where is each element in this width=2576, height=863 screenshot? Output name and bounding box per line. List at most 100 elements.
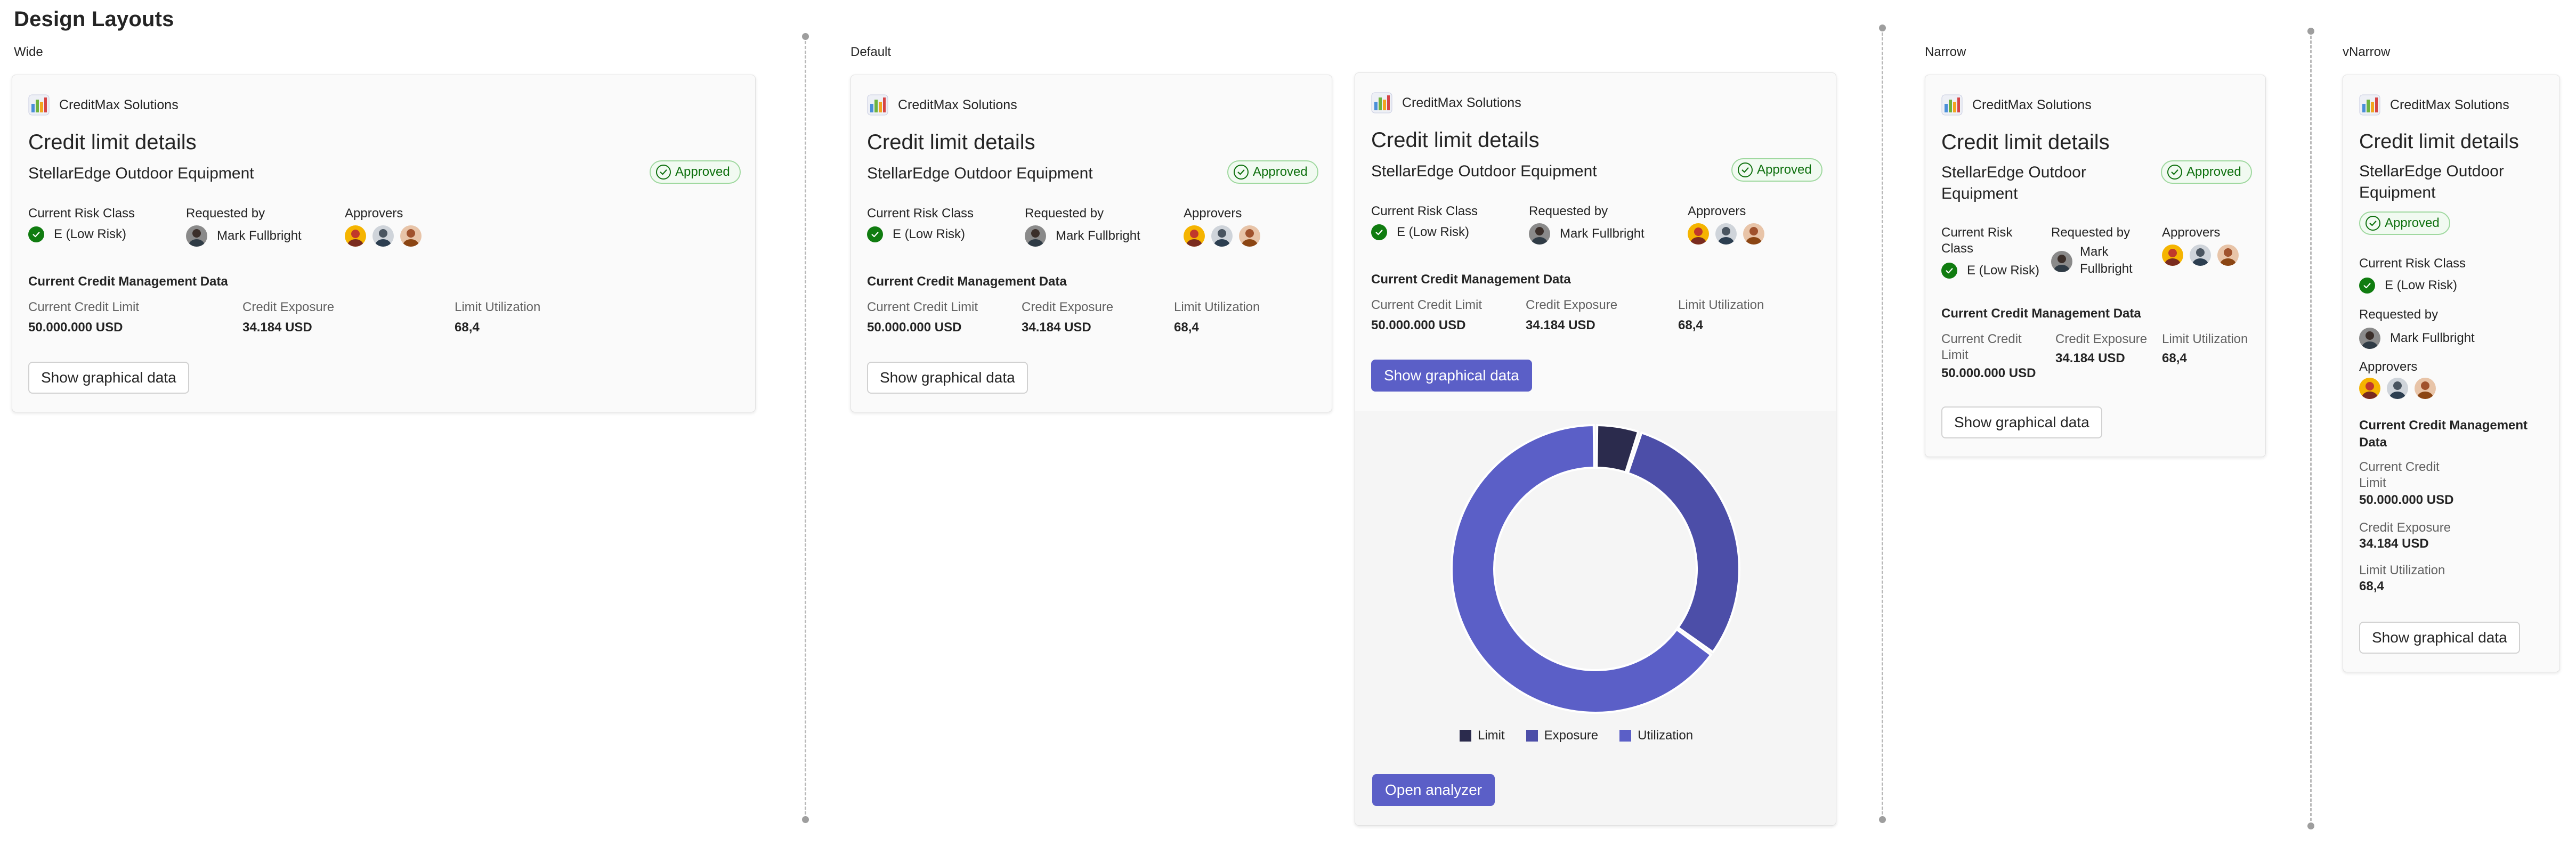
requester[interactable]: Mark Fullbright: [186, 225, 302, 247]
show-graphical-data-button[interactable]: Show graphical data: [1371, 360, 1532, 392]
util-value: 68,4: [455, 320, 480, 335]
company-name-line2: Equipment: [2359, 184, 2436, 201]
legend-swatch: [1619, 730, 1632, 742]
status-badge-label: Approved: [2186, 165, 2241, 179]
card-header: CreditMax Solutions: [28, 94, 179, 116]
open-analyzer-button[interactable]: Open analyzer: [1372, 774, 1495, 806]
limit-value: 50.000.000 USD: [1941, 366, 2036, 380]
check-circle-icon: [656, 165, 671, 180]
approvers-label: Approvers: [345, 206, 403, 221]
avatar[interactable]: [1715, 223, 1737, 245]
section-label-wide: Wide: [14, 45, 43, 59]
credit-card-default-expanded: CreditMax Solutions Credit limit details…: [1355, 72, 1836, 826]
avatar[interactable]: [2217, 245, 2239, 266]
mgmt-title: Current Credit Management Data: [1941, 306, 2141, 321]
avatar[interactable]: [372, 225, 394, 247]
avatar[interactable]: [1211, 225, 1233, 247]
exposure-label: Credit Exposure: [1526, 298, 1618, 312]
requester-name-line2: Fullbright: [2080, 262, 2133, 276]
show-graphical-data-button[interactable]: Show graphical data: [28, 362, 189, 394]
company-name-line2: Equipment: [1941, 185, 2018, 202]
avatar[interactable]: [2051, 251, 2072, 272]
approvers-label: Approvers: [2162, 225, 2221, 240]
risk-value: E (Low Risk): [1371, 224, 1469, 240]
show-graphical-data-button[interactable]: Show graphical data: [1941, 406, 2102, 438]
avatar[interactable]: [1239, 225, 1260, 247]
check-circle-icon: [1738, 162, 1753, 177]
section-label-default: Default: [850, 45, 892, 59]
chart-legend: Limit Exposure Utilization: [1460, 728, 1714, 743]
card-heading: Credit limit details: [1941, 131, 2110, 154]
util-value: 68,4: [1678, 318, 1703, 332]
legend-label: Exposure: [1544, 728, 1599, 743]
avatar[interactable]: [2162, 245, 2183, 266]
approvers-list: [1184, 225, 1267, 247]
legend-item-exposure[interactable]: Exposure: [1526, 728, 1598, 743]
card-header: CreditMax Solutions: [1371, 92, 1521, 113]
avatar[interactable]: [2415, 378, 2436, 399]
donut-chart: [1451, 424, 1740, 714]
util-label: Limit Utilization: [1678, 298, 1764, 312]
limit-value: 50.000.000 USD: [867, 320, 962, 335]
card-heading: Credit limit details: [867, 131, 1035, 154]
limit-value: 50.000.000 USD: [1371, 318, 1466, 332]
app-icon: [1371, 92, 1392, 113]
mgmt-title-line2: Data: [2359, 435, 2387, 450]
limit-label: Current Credit Limit: [1371, 298, 1483, 312]
avatar[interactable]: [2387, 378, 2408, 399]
avatar: [1529, 223, 1550, 245]
limit-value: 50.000.000 USD: [2359, 493, 2454, 507]
avatar[interactable]: [1688, 223, 1709, 245]
risk-value-text: E (Low Risk): [1397, 225, 1470, 239]
show-graphical-data-button[interactable]: Show graphical data: [867, 362, 1028, 394]
avatar[interactable]: [1743, 223, 1764, 245]
donut-slice-exposure[interactable]: [1626, 431, 1740, 654]
show-graphical-data-button[interactable]: Show graphical data: [2359, 622, 2520, 654]
risk-label: Current Risk Class: [28, 206, 135, 221]
status-badge: Approved: [1227, 160, 1318, 184]
util-value: 68,4: [2162, 351, 2187, 365]
avatar[interactable]: [1184, 225, 1205, 247]
exposure-label: Credit Exposure: [2359, 520, 2451, 535]
avatar[interactable]: [400, 225, 422, 247]
section-label-narrow: Narrow: [1925, 45, 1966, 59]
exposure-label: Credit Exposure: [1022, 300, 1114, 314]
requester-name: Mark Fullbright: [217, 229, 302, 243]
status-badge: Approved: [2359, 211, 2450, 235]
avatar[interactable]: [2190, 245, 2211, 266]
section-label-vnarrow: vNarrow: [2343, 45, 2391, 59]
exposure-value: 34.184 USD: [2055, 351, 2125, 365]
app-name: CreditMax Solutions: [59, 97, 179, 112]
requester-name: Mark Fullbright: [1560, 226, 1645, 241]
limit-label-line1: Current Credit: [1941, 332, 2022, 346]
status-badge: Approved: [1731, 158, 1822, 182]
requested-label: Requested by: [1529, 204, 1608, 218]
risk-value: E (Low Risk): [867, 226, 965, 242]
risk-label: Current Risk Class: [1371, 204, 1478, 218]
card-header: CreditMax Solutions: [1941, 94, 2092, 116]
check-circle-icon: [2366, 216, 2380, 231]
requested-label: Requested by: [2359, 307, 2439, 322]
avatar[interactable]: [345, 225, 366, 247]
status-badge-label: Approved: [2385, 216, 2440, 230]
requested-label: Requested by: [2051, 225, 2131, 240]
exposure-value: 34.184 USD: [242, 320, 312, 335]
check-circle-icon: [1941, 263, 1957, 279]
chart-panel: Limit Exposure Utilization Open analyzer: [1355, 411, 1836, 825]
requester[interactable]: Mark Fullbright: [1025, 225, 1140, 247]
approvers-list: [2162, 245, 2245, 266]
card-heading: Credit limit details: [2359, 131, 2519, 153]
avatar[interactable]: [2359, 378, 2380, 399]
requester[interactable]: Mark Fullbright: [2359, 328, 2475, 349]
legend-label: Utilization: [1638, 728, 1694, 743]
legend-item-utilization[interactable]: Utilization: [1619, 728, 1693, 743]
credit-card-narrow: CreditMax Solutions Credit limit details…: [1925, 75, 2266, 457]
requester[interactable]: Mark Fullbright: [1529, 223, 1645, 245]
approvers-label: Approvers: [1688, 204, 1746, 218]
legend-label: Limit: [1478, 728, 1505, 743]
card-heading: Credit limit details: [1371, 128, 1540, 152]
approvers-list: [2359, 378, 2442, 399]
exposure-value: 34.184 USD: [1022, 320, 1091, 335]
legend-item-limit[interactable]: Limit: [1460, 728, 1505, 743]
limit-value: 50.000.000 USD: [28, 320, 123, 335]
